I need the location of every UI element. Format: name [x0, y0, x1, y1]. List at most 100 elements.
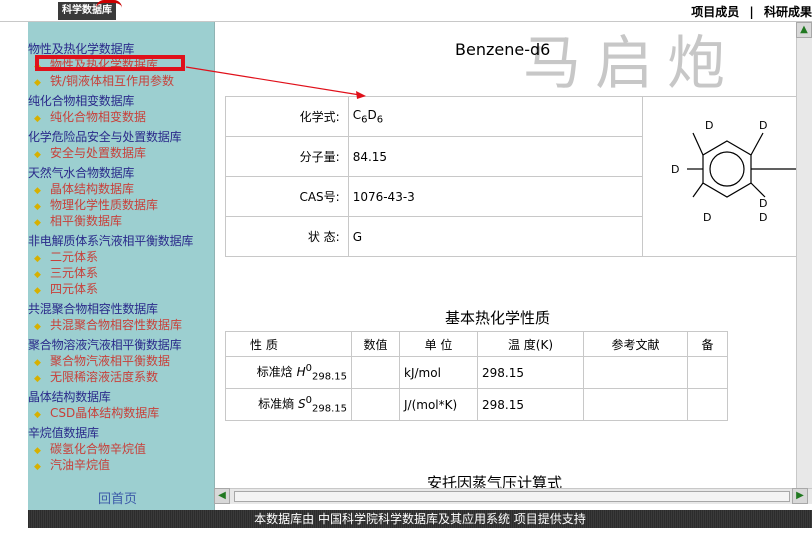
- prop-value: 84.15: [347, 136, 643, 177]
- sidebar-item[interactable]: ◆ 汽油辛烷值: [34, 456, 110, 473]
- footer-bar: 本数据库由 中国科学院科学数据库及其应用系统 项目提供支持: [28, 510, 812, 528]
- atom-d-label: D: [671, 163, 679, 176]
- sidebar-item-label: 汽油辛烷值: [50, 458, 111, 472]
- bullet-icon: ◆: [34, 114, 41, 124]
- property-table: 化学式: C6D6 D D D D D D 分子量: 84.15 CAS号: 1…: [225, 96, 812, 257]
- sidebar-item[interactable]: ◆ 二元体系: [34, 248, 98, 265]
- sidebar-item[interactable]: ◆ 安全与处置数据库: [34, 144, 146, 161]
- bullet-icon: ◆: [34, 462, 41, 472]
- sidebar-item-label: 晶体结构数据库: [50, 182, 135, 196]
- thermo-temp: 298.15: [477, 356, 584, 389]
- sidebar-item[interactable]: ◆ 相平衡数据库: [34, 212, 122, 229]
- thermo-header: 性 质: [225, 331, 352, 357]
- watermark: 马启炮: [523, 29, 740, 97]
- sidebar-item-label: 共混聚合物相容性数据库: [50, 318, 183, 332]
- sidebar-item-label: 铁/铜液体相互作用参数: [50, 74, 175, 88]
- thermo-value: [351, 356, 400, 389]
- sidebar-item-label: 碳氢化合物辛烷值: [50, 442, 147, 456]
- thermo-temp: 298.15: [477, 388, 584, 421]
- thermo-ref: [583, 388, 688, 421]
- sidebar-item-label: 纯化合物相变数据: [50, 110, 147, 124]
- sidebar-item-label: 四元体系: [50, 282, 99, 296]
- prop-label: 化学式:: [225, 96, 349, 137]
- thermo-unit: J/(mol*K): [399, 388, 478, 421]
- sidebar-category[interactable]: 天然气水合物数据库: [28, 164, 134, 181]
- prop-value: G: [347, 216, 643, 257]
- thermo-note: [687, 388, 728, 421]
- sidebar-item[interactable]: ◆ 聚合物汽液相平衡数据: [34, 352, 170, 369]
- sidebar-category[interactable]: 化学危险品安全与处置数据库: [28, 128, 182, 145]
- sidebar-item[interactable]: ◆ 无限稀溶液活度系数: [34, 368, 158, 385]
- prop-formula: C6D6: [347, 96, 643, 137]
- highlight-annotation-box: [35, 55, 185, 71]
- thermo-header: 参考文献: [583, 331, 688, 357]
- bullet-icon: ◆: [34, 78, 41, 88]
- thermo-header: 温 度(K): [477, 331, 584, 357]
- sidebar-item[interactable]: ◆ 纯化合物相变数据: [34, 108, 146, 125]
- bullet-icon: ◆: [34, 202, 41, 212]
- sidebar-item[interactable]: ◆ 共混聚合物相容性数据库: [34, 316, 182, 333]
- nav-separator: |: [749, 5, 754, 19]
- horizontal-scrollbar[interactable]: ◀ ▶: [214, 488, 812, 504]
- sidebar-item-label: 安全与处置数据库: [50, 146, 147, 160]
- bullet-icon: ◆: [34, 254, 41, 264]
- thermo-property: 标准熵 S0298.15: [225, 388, 352, 421]
- thermo-header: 备: [687, 331, 728, 357]
- thermo-property: 标准焓 H0298.15: [225, 356, 352, 389]
- bullet-icon: ◆: [34, 410, 41, 420]
- bullet-icon: ◆: [34, 322, 41, 332]
- sidebar-category[interactable]: 晶体结构数据库: [28, 388, 111, 405]
- bullet-icon: ◆: [34, 446, 41, 456]
- app-window: 科学数据库 项目成员 | 科研成果 回首页 物性及热化学数据库 ◆ 物性及热化学数据…: [0, 0, 812, 534]
- sidebar-item[interactable]: ◆ 铁/铜液体相互作用参数: [34, 72, 174, 89]
- bullet-icon: ◆: [34, 150, 41, 160]
- prop-label: 状 态:: [225, 216, 349, 257]
- sidebar-item[interactable]: ◆ 物理化学性质数据库: [34, 196, 158, 213]
- sidebar: 回首页 物性及热化学数据库 ◆ 物性及热化学数据库 ◆ 铁/铜液体相互作用参数 纯化合物相…: [28, 22, 214, 510]
- atom-d-label: D: [703, 211, 711, 224]
- sidebar-item[interactable]: ◆ 三元体系: [34, 264, 98, 281]
- thermo-header: 单 位: [399, 331, 478, 357]
- sidebar-item[interactable]: ◆ 碳氢化合物辛烷值: [34, 440, 146, 457]
- vertical-scrollbar[interactable]: ▲: [796, 22, 812, 488]
- compound-title: Benzene-d6: [455, 40, 551, 59]
- nav-research-link[interactable]: 科研成果: [764, 5, 812, 19]
- sidebar-item[interactable]: ◆ CSD晶体结构数据库: [34, 404, 159, 421]
- scroll-right-button[interactable]: ▶: [792, 488, 808, 504]
- prop-value: 1076-43-3: [347, 176, 643, 217]
- thermo-ref: [583, 356, 688, 389]
- sidebar-item-label: 相平衡数据库: [50, 214, 123, 228]
- thermo-unit: kJ/mol: [399, 356, 478, 389]
- sidebar-item-label: 聚合物汽液相平衡数据: [50, 354, 171, 368]
- sidebar-category[interactable]: 非电解质体系汽液相平衡数据库: [28, 232, 193, 249]
- sidebar-item-label: 三元体系: [50, 266, 99, 280]
- bullet-icon: ◆: [34, 218, 41, 228]
- thermo-table: 性 质 数值 单 位 温 度(K) 参考文献 备 标准焓 H0298.15 kJ…: [225, 331, 728, 421]
- thermo-section-title: 基本热化学性质: [445, 309, 551, 327]
- main-panel: 马启炮 Benzene-d6 化学式: C6D6 D D D D D D 分子量…: [214, 22, 812, 510]
- sidebar-category[interactable]: 共混聚合物相容性数据库: [28, 300, 158, 317]
- sidebar-item-label: CSD晶体结构数据库: [50, 406, 160, 420]
- sidebar-category[interactable]: 辛烷值数据库: [28, 424, 99, 441]
- structure-cell: D D D D D D: [641, 96, 812, 257]
- table-row: 标准焓 H0298.15 kJ/mol 298.15: [225, 356, 728, 389]
- table-row: 标准熵 S0298.15 J/(mol*K) 298.15: [225, 388, 728, 421]
- sidebar-category[interactable]: 纯化合物相变数据库: [28, 92, 134, 109]
- atom-d-label: D: [759, 211, 767, 224]
- bullet-icon: ◆: [34, 358, 41, 368]
- atom-d-label: D: [705, 119, 713, 132]
- thermo-value: [351, 388, 400, 421]
- scroll-up-button[interactable]: ▲: [796, 22, 812, 38]
- prop-label: 分子量:: [225, 136, 349, 177]
- scroll-left-button[interactable]: ◀: [214, 488, 230, 504]
- bullet-icon: ◆: [34, 374, 41, 384]
- sidebar-item[interactable]: ◆ 晶体结构数据库: [34, 180, 134, 197]
- atom-d-label: D: [759, 197, 767, 210]
- scroll-thumb[interactable]: [234, 491, 790, 502]
- sidebar-category[interactable]: 聚合物溶液汽液相平衡数据库: [28, 336, 182, 353]
- home-link[interactable]: 回首页: [98, 488, 137, 507]
- bullet-icon: ◆: [34, 186, 41, 196]
- sidebar-item[interactable]: ◆ 四元体系: [34, 280, 98, 297]
- sidebar-item-label: 无限稀溶液活度系数: [50, 370, 159, 384]
- bullet-icon: ◆: [34, 286, 41, 296]
